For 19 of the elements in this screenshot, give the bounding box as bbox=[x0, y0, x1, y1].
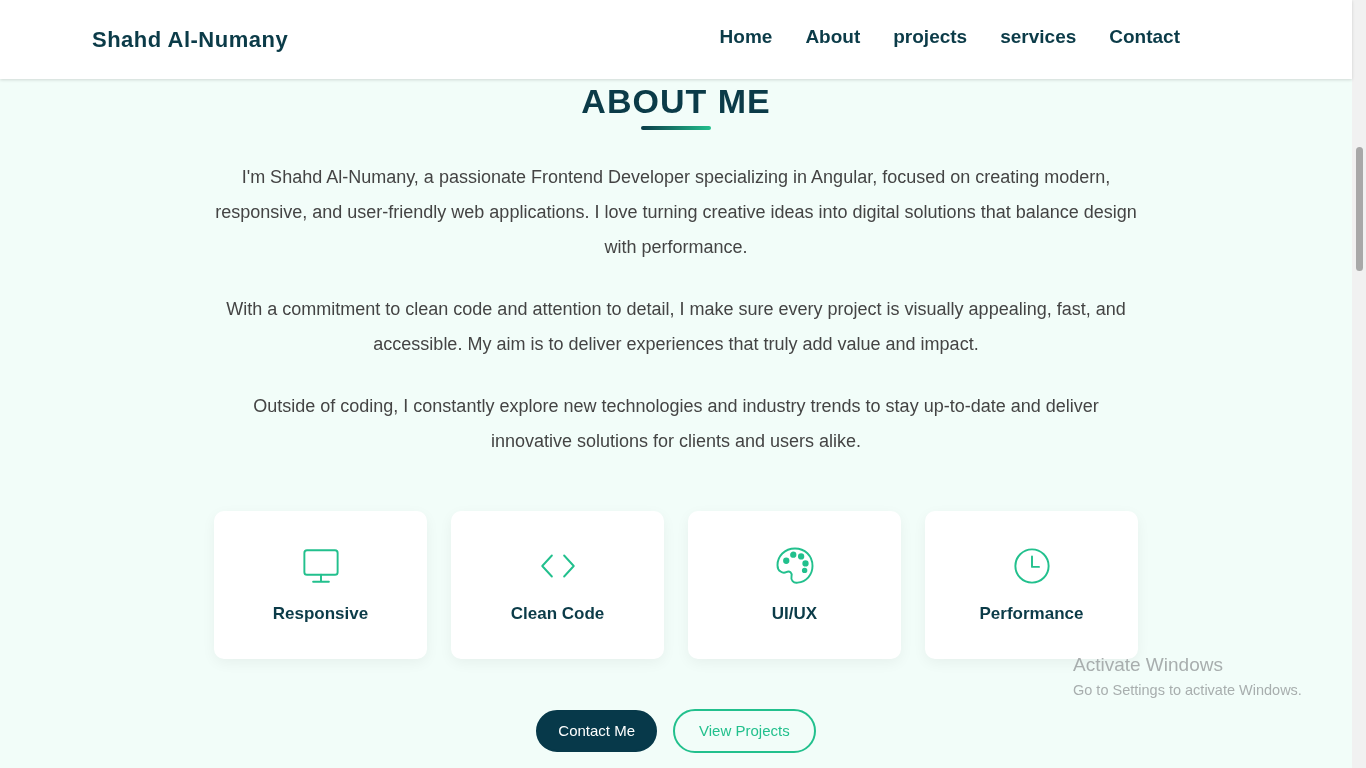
heading-underline bbox=[641, 126, 711, 131]
nav-link[interactable]: Contact bbox=[1109, 22, 1180, 52]
section-heading: ABOUT ME bbox=[580, 83, 772, 121]
nav-link[interactable]: About bbox=[805, 22, 861, 52]
paragraph: With a commitment to clean code and attention to detail, I make sure every project is visually appealing, fast, and accessible. My aim is to deliver experiences that truly add value and impact. bbox=[225, 298, 1127, 357]
feature-title: UI/UX bbox=[771, 602, 818, 625]
nav-link[interactable]: Home bbox=[719, 22, 773, 52]
scrollbar[interactable] bbox=[1352, 0, 1366, 768]
paragraph: Outside of coding, I constantly explore new technologies and industry trends to stay up-to-date and deliver innovative solutions for clients and users alike. bbox=[252, 395, 1100, 454]
feature-title: Responsive bbox=[272, 602, 369, 625]
feature-title: Performance bbox=[979, 602, 1084, 625]
brand-name[interactable]: Shahd Al-Numany bbox=[92, 23, 289, 56]
paragraph: I'm Shahd Al-Numany, a passionate Frontend Developer specializing in Angular, focused on creating modern, responsive, and user-friendly web applications. I love turning creative ideas into digital solutions that balance design with performance. bbox=[214, 166, 1138, 260]
nav-link[interactable]: projects bbox=[893, 22, 968, 52]
activation-note: Go to Settings to activate Windows. bbox=[1073, 680, 1302, 700]
contact-button[interactable]: Contact Me bbox=[536, 710, 658, 753]
feature-title: Clean Code bbox=[510, 602, 605, 625]
nav-link[interactable]: services bbox=[1000, 22, 1077, 52]
activation-title: Activate Windows bbox=[1073, 653, 1224, 677]
